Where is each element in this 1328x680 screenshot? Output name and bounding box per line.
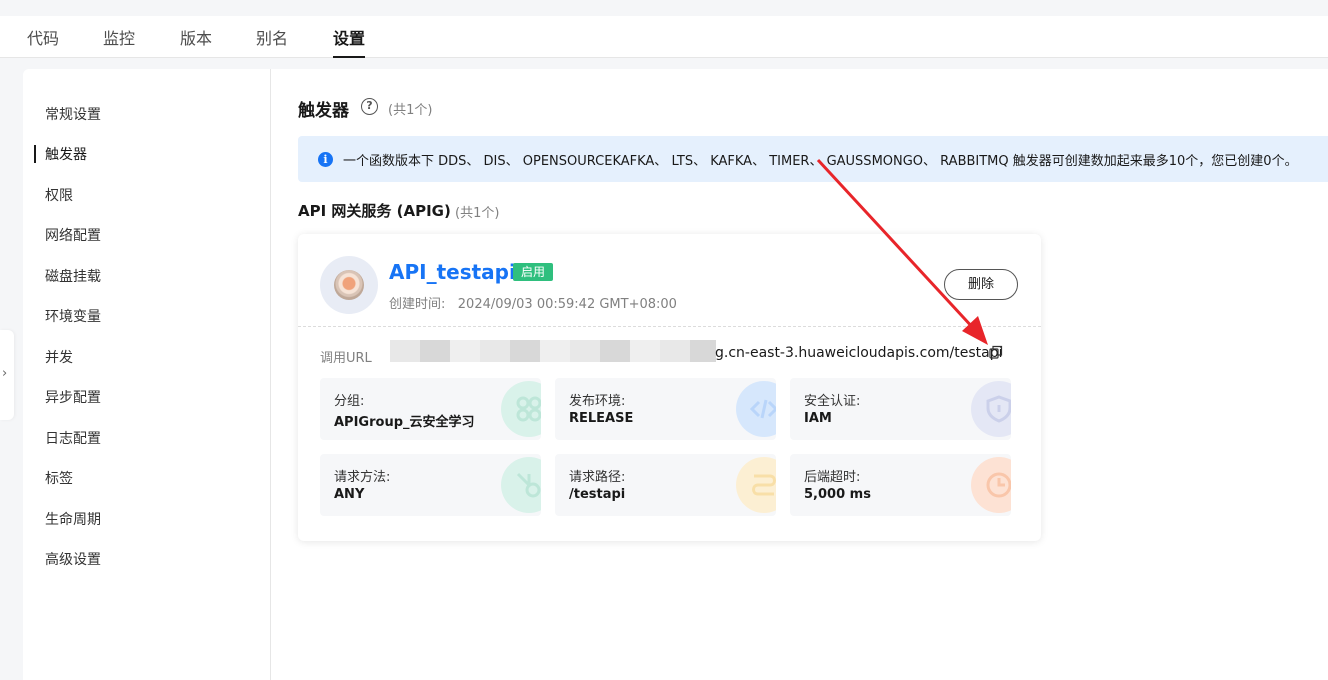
sidebar-item-lifecycle[interactable]: 生命周期 xyxy=(45,509,101,529)
question-circle-icon[interactable]: ? xyxy=(361,98,378,115)
tile-environment: 发布环境: RELEASE xyxy=(555,378,776,440)
tile-group: 分组: APIGroup_云安全学习 xyxy=(320,378,541,440)
tile-value: IAM xyxy=(804,411,832,426)
sidebar-item-disk-mount[interactable]: 磁盘挂载 xyxy=(45,266,101,286)
sidebar-item-concurrency[interactable]: 并发 xyxy=(45,347,73,367)
top-strip xyxy=(0,0,1328,16)
sidebar-item-network[interactable]: 网络配置 xyxy=(45,225,101,245)
apig-count: (共1个) xyxy=(455,206,500,221)
page-title: 触发器 xyxy=(298,101,349,121)
sidebar-item-advanced[interactable]: 高级设置 xyxy=(45,549,101,569)
tile-label: 后端超时: xyxy=(804,470,861,485)
settings-panel: 常规设置 触发器 权限 网络配置 磁盘挂载 环境变量 并发 异步配置 日志配置 … xyxy=(23,69,1328,680)
sidebar-item-async[interactable]: 异步配置 xyxy=(45,387,101,407)
apig-section-title: API 网关服务 (APIG) xyxy=(298,202,451,220)
tile-path: 请求路径: /testapi xyxy=(555,454,776,516)
apig-trigger-card: API_testapi 启用 创建时间: 2024/09/03 00:59:42… xyxy=(298,234,1041,541)
sidebar-item-env-vars[interactable]: 环境变量 xyxy=(45,306,101,326)
chevron-right-icon: › xyxy=(2,366,8,381)
tile-method: 请求方法: ANY xyxy=(320,454,541,516)
sidebar-item-logs[interactable]: 日志配置 xyxy=(45,428,101,448)
delete-button[interactable]: 删除 xyxy=(944,269,1018,300)
method-icon xyxy=(501,457,541,513)
invoke-url: g.cn-east-3.huaweicloudapis.com/testapi xyxy=(715,345,1003,361)
tile-value: /testapi xyxy=(569,487,626,502)
tile-timeout: 后端超时: 5,000 ms xyxy=(790,454,1011,516)
redacted-url-part xyxy=(390,340,716,362)
status-badge: 启用 xyxy=(513,263,554,281)
sidebar-item-permissions[interactable]: 权限 xyxy=(45,185,73,205)
apig-logo-icon xyxy=(320,256,378,314)
api-name-link[interactable]: API_testapi xyxy=(389,260,516,284)
tile-value: ANY xyxy=(334,487,365,502)
shield-icon xyxy=(971,381,1011,437)
alert-text: 一个函数版本下 DDS、 DIS、 OPENSOURCEKAFKA、 LTS、 … xyxy=(343,154,1298,169)
trigger-count: (共1个) xyxy=(388,103,433,118)
copy-icon[interactable] xyxy=(989,345,1003,359)
sidebar-collapse-handle[interactable]: › xyxy=(0,330,14,420)
tile-label: 分组: xyxy=(334,394,365,409)
tab-code[interactable]: 代码 xyxy=(27,25,59,58)
card-divider xyxy=(298,326,1041,327)
sidebar-item-tags[interactable]: 标签 xyxy=(45,468,73,488)
clock-icon xyxy=(971,457,1011,513)
created-time: 创建时间: 2024/09/03 00:59:42 GMT+08:00 xyxy=(389,297,677,312)
settings-sidebar: 常规设置 触发器 权限 网络配置 磁盘挂载 环境变量 并发 异步配置 日志配置 … xyxy=(23,69,271,680)
triggers-content: 触发器 ? (共1个) i 一个函数版本下 DDS、 DIS、 OPENSOUR… xyxy=(271,69,1328,680)
tile-label: 发布环境: xyxy=(569,394,626,409)
tab-settings[interactable]: 设置 xyxy=(333,25,366,58)
tile-label: 请求路径: xyxy=(569,470,626,485)
path-icon xyxy=(736,457,776,513)
tile-label: 安全认证: xyxy=(804,394,861,409)
tile-value: APIGroup_云安全学习 xyxy=(334,415,475,430)
tile-value: RELEASE xyxy=(569,411,634,426)
tile-value: 5,000 ms xyxy=(804,487,871,502)
url-label: 调用URL xyxy=(320,351,372,366)
tab-monitor[interactable]: 监控 xyxy=(103,25,135,58)
group-icon xyxy=(501,381,541,437)
tile-auth: 安全认证: IAM xyxy=(790,378,1011,440)
code-icon xyxy=(736,381,776,437)
tab-bar: 代码 监控 版本 别名 设置 xyxy=(0,16,1328,58)
info-alert: i 一个函数版本下 DDS、 DIS、 OPENSOURCEKAFKA、 LTS… xyxy=(298,136,1328,182)
info-icon: i xyxy=(318,152,333,167)
tab-versions[interactable]: 版本 xyxy=(180,25,212,58)
sidebar-item-general[interactable]: 常规设置 xyxy=(45,104,101,124)
tab-aliases[interactable]: 别名 xyxy=(256,25,288,58)
tile-label: 请求方法: xyxy=(334,470,391,485)
sidebar-item-triggers[interactable]: 触发器 xyxy=(34,144,87,164)
